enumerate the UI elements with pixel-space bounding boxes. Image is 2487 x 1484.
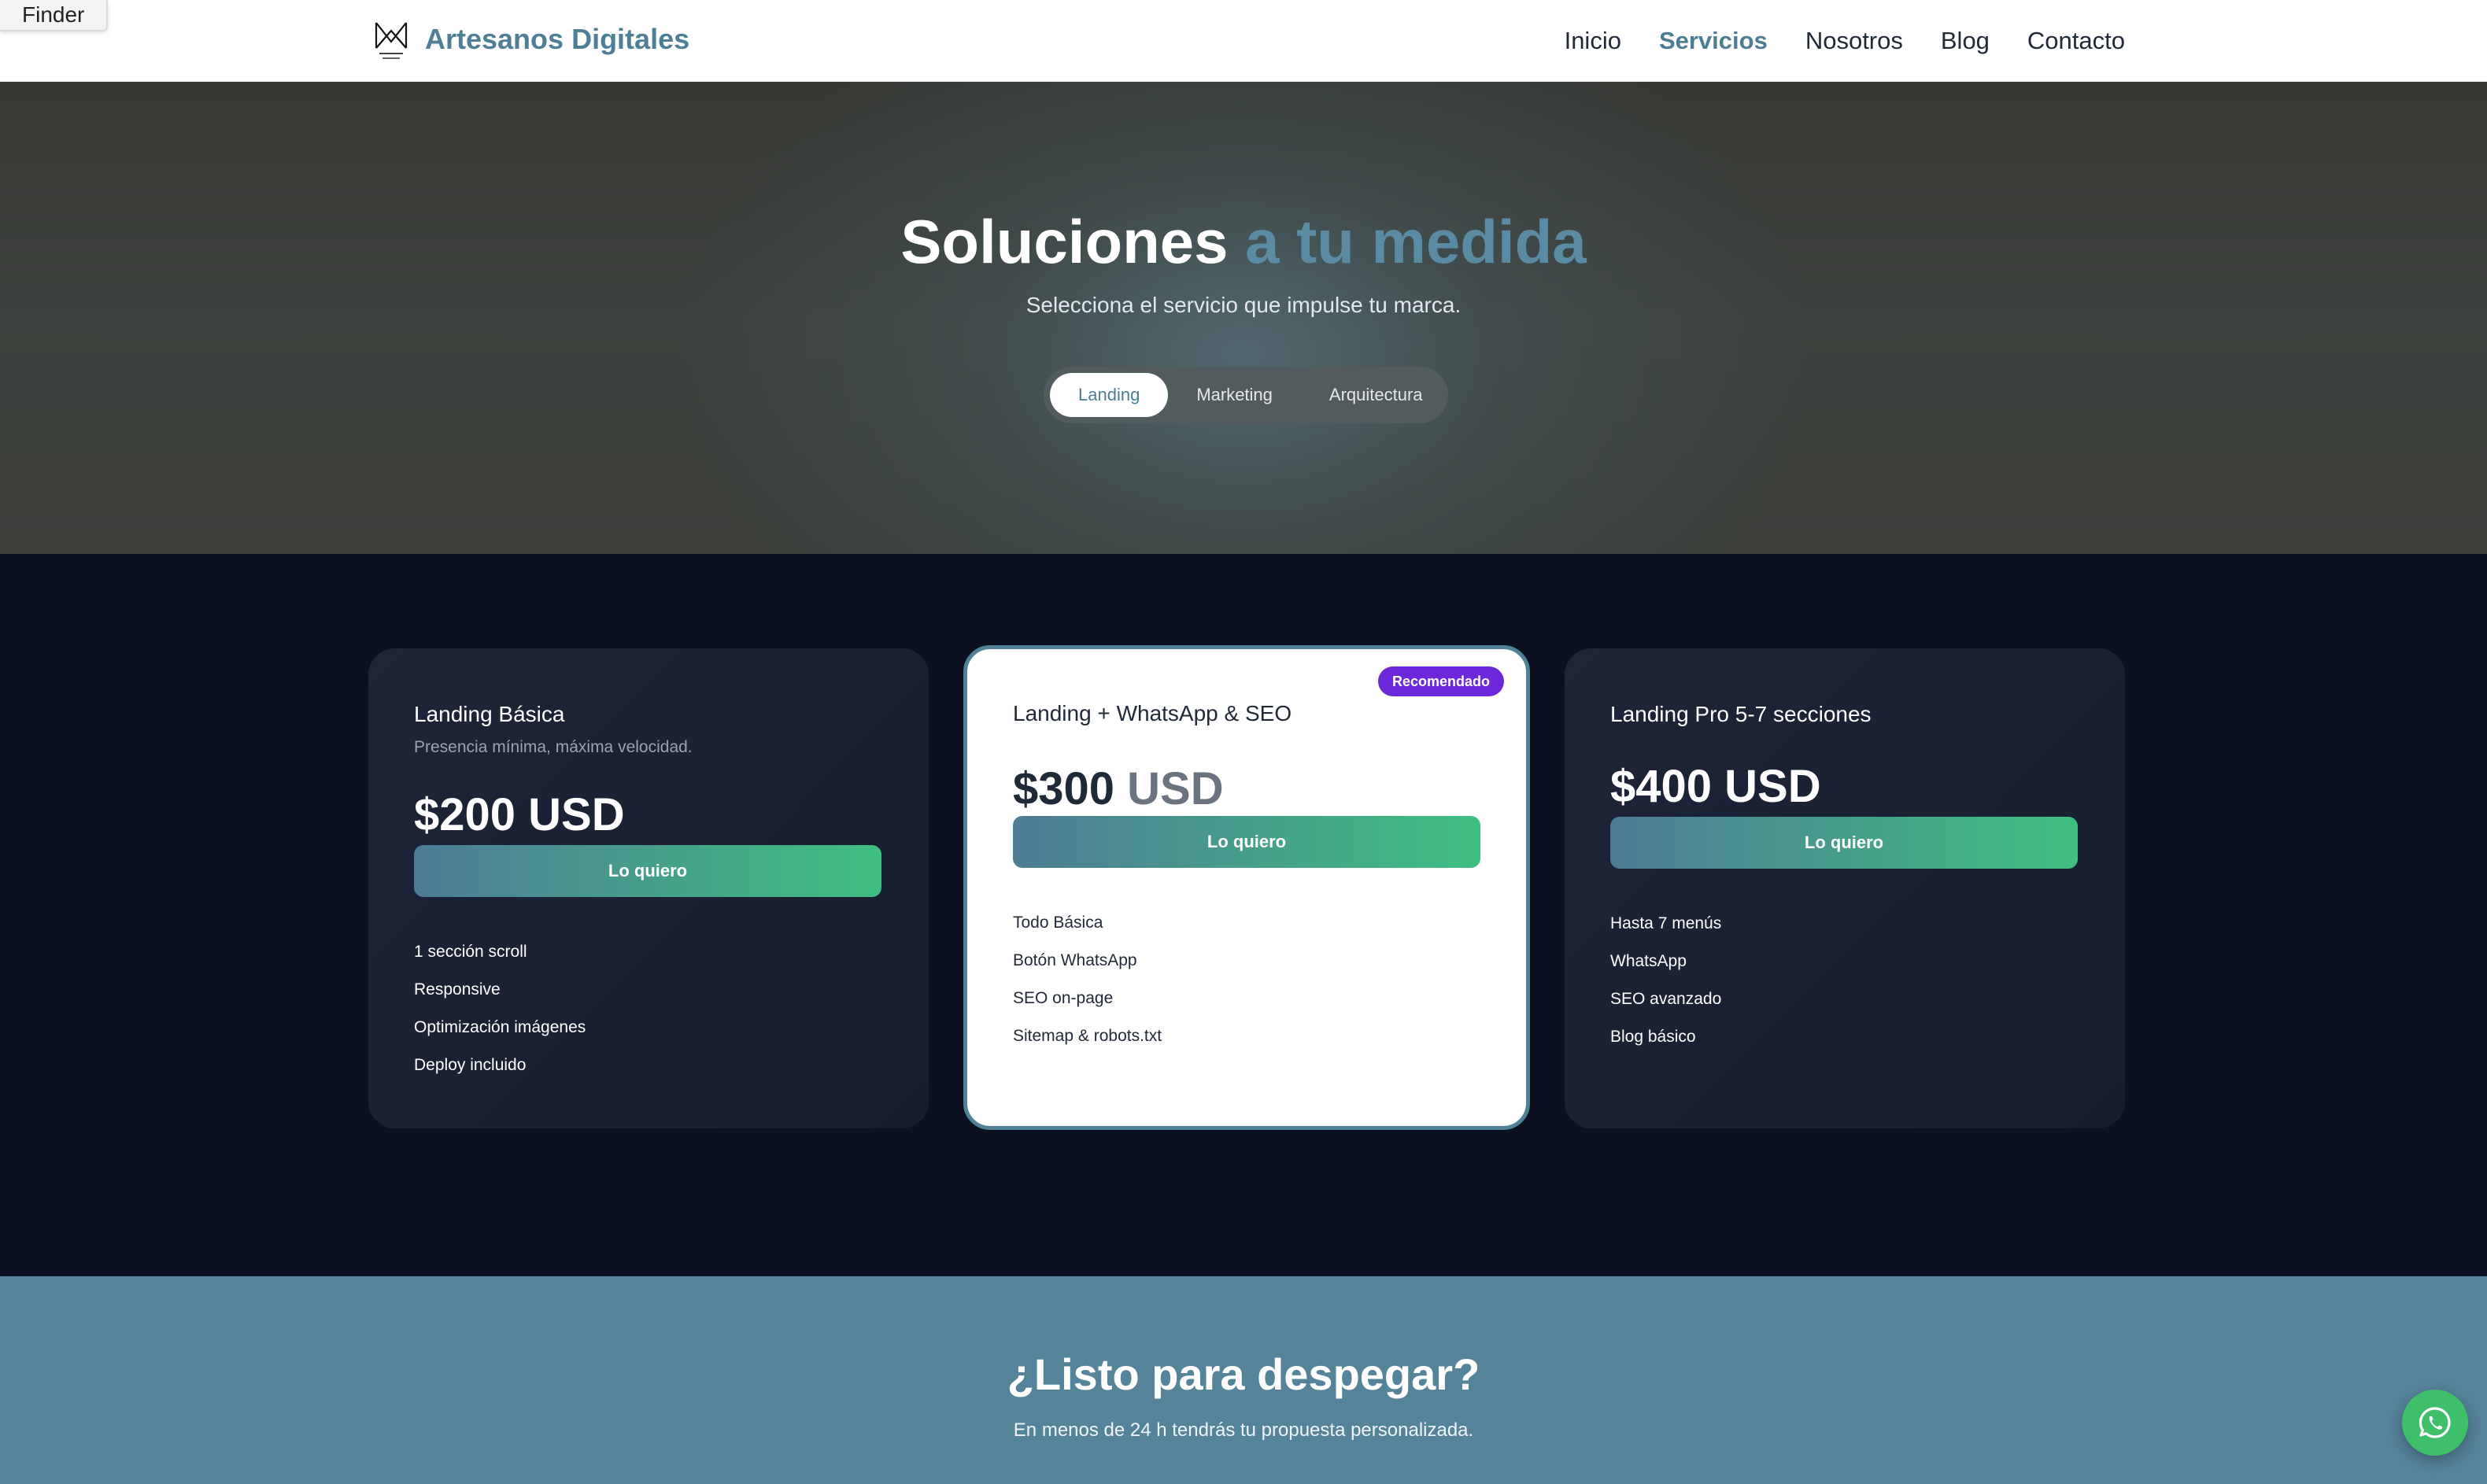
brand-logo-icon [375, 22, 408, 59]
plan-title: Landing + WhatsApp & SEO [1013, 701, 1292, 725]
hero-section: Soluciones a tu medida Selecciona el ser… [0, 82, 2487, 554]
service-tabs: Landing Marketing Arquitectura [1044, 367, 1448, 423]
hero-subtitle: Selecciona el servicio que impulse tu ma… [1025, 293, 1462, 317]
finder-tab[interactable]: Finder [0, 0, 109, 31]
nav-blog[interactable]: Blog [1941, 27, 1990, 55]
plan-card-pro: Landing Pro 5-7 secciones $400 USD Lo qu… [1565, 648, 2125, 1128]
brand-name: Artesanos Digitales [425, 23, 690, 55]
plan-feature: SEO avanzado [1610, 990, 1722, 1008]
plan-cta-button[interactable]: Lo quiero [1013, 816, 1480, 868]
plan-price: $300 USD [1013, 762, 1224, 815]
plan-feature: SEO on-page [1013, 989, 1114, 1007]
cta-band-subtitle: En menos de 24 h tendrás tu propuesta pe… [1013, 1419, 1474, 1441]
plan-feature: Botón WhatsApp [1013, 951, 1137, 969]
site-header: Artesanos Digitales Inicio Servicios Nos… [0, 0, 2487, 82]
plan-price-amount: $400 [1610, 761, 1713, 812]
whatsapp-icon [2419, 1407, 2451, 1438]
plan-price-currency: USD [1724, 761, 1821, 812]
nav-contacto[interactable]: Contacto [2027, 27, 2125, 55]
plan-price-currency: USD [1127, 763, 1224, 814]
tab-marketing[interactable]: Marketing [1168, 373, 1301, 417]
plan-title: Landing Básica [414, 702, 565, 726]
nav-nosotros[interactable]: Nosotros [1805, 27, 1903, 55]
plan-feature: Deploy incluido [414, 1056, 527, 1074]
hero-title-accent: a tu medida [1245, 207, 1587, 276]
plan-feature: 1 sección scroll [414, 943, 527, 961]
cta-band-title: ¿Listo para despegar? [1007, 1349, 1480, 1399]
plan-features: Todo Básica Botón WhatsApp SEO on-page S… [1013, 904, 1162, 1055]
plan-price: $400 USD [1610, 760, 1821, 813]
plan-price-amount: $200 [414, 789, 516, 840]
plan-cta-button[interactable]: Lo quiero [1610, 817, 2078, 869]
plan-price-currency: USD [528, 789, 625, 840]
plan-cta-button[interactable]: Lo quiero [414, 845, 881, 897]
plan-description: Presencia mínima, máxima velocidad. [414, 738, 693, 756]
recommended-badge: Recomendado [1377, 666, 1504, 696]
main-nav: Inicio Servicios Nosotros Blog Contacto [1565, 0, 2125, 82]
plan-features: Hasta 7 menús WhatsApp SEO avanzado Blog… [1610, 905, 1721, 1056]
plan-price-amount: $300 [1013, 763, 1115, 814]
cta-band: ¿Listo para despegar? En menos de 24 h t… [0, 1276, 2487, 1484]
hero-title: Soluciones a tu medida [0, 206, 2487, 278]
tab-landing[interactable]: Landing [1050, 373, 1169, 417]
tab-arquitectura[interactable]: Arquitectura [1301, 373, 1451, 417]
plan-feature: Todo Básica [1013, 914, 1103, 932]
page: Finder Artesanos Digitales Inicio Servic… [0, 0, 2487, 1484]
pricing-section: Landing Básica Presencia mínima, máxima … [0, 554, 2487, 1276]
plan-title: Landing Pro 5-7 secciones [1610, 702, 1872, 726]
plan-features: 1 sección scroll Responsive Optimización… [414, 933, 586, 1084]
plan-feature: Blog básico [1610, 1028, 1696, 1046]
brand-link[interactable]: Artesanos Digitales [373, 14, 689, 65]
hero-title-main: Soluciones [900, 207, 1229, 276]
plan-feature: WhatsApp [1610, 952, 1687, 970]
plan-feature: Responsive [414, 980, 501, 999]
whatsapp-float-button[interactable] [2402, 1390, 2468, 1456]
plan-price: $200 USD [414, 788, 625, 841]
plan-card-basica: Landing Básica Presencia mínima, máxima … [368, 648, 929, 1128]
nav-servicios[interactable]: Servicios [1659, 27, 1768, 55]
plan-feature: Sitemap & robots.txt [1013, 1027, 1162, 1045]
plan-feature: Optimización imágenes [414, 1018, 586, 1036]
nav-inicio[interactable]: Inicio [1565, 27, 1621, 55]
plan-feature: Hasta 7 menús [1610, 914, 1722, 932]
plan-card-whatsapp-seo: Recomendado Landing + WhatsApp & SEO $30… [963, 645, 1530, 1130]
